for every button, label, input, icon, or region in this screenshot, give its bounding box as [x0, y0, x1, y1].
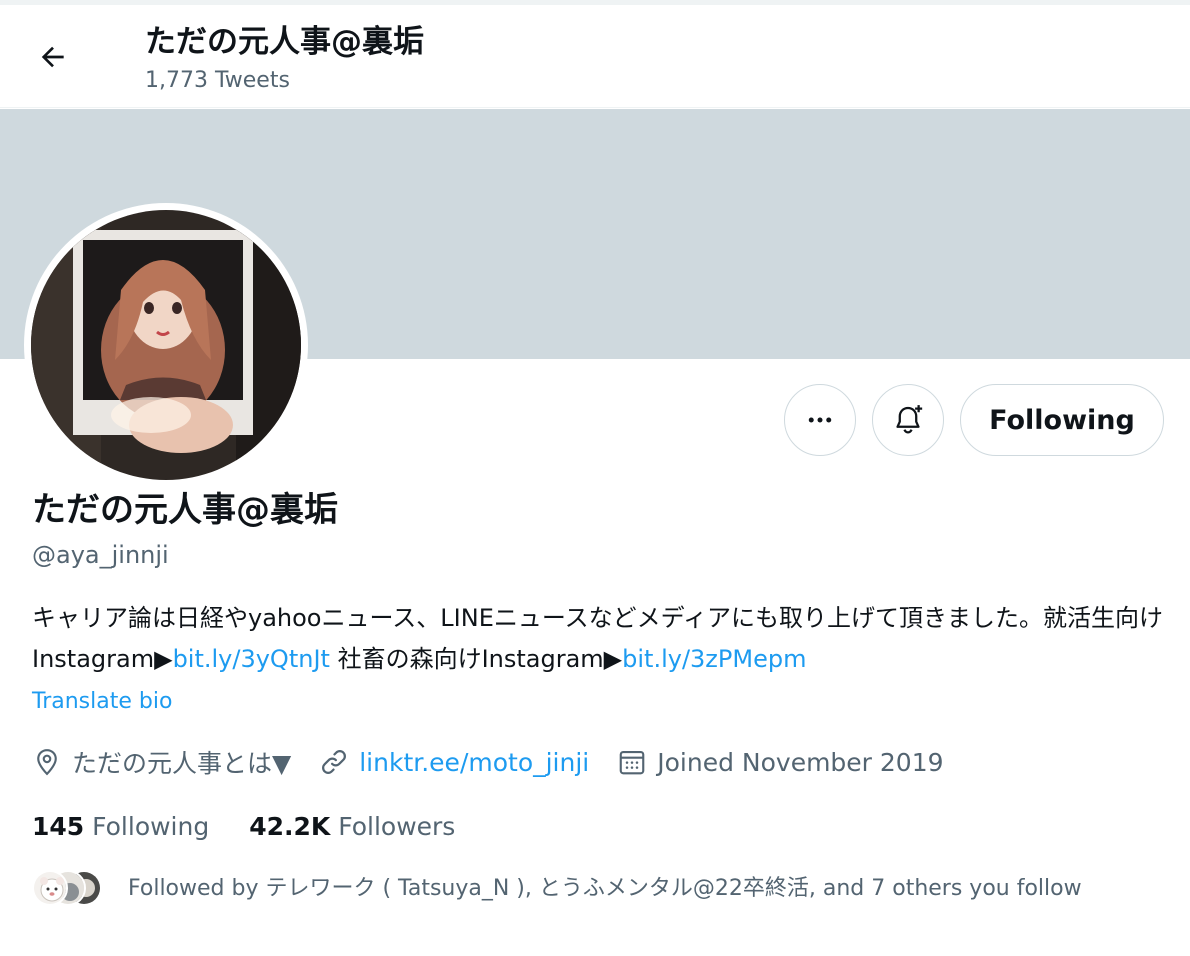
profile-meta: ただの元人事とは▼ linktr.ee/moto_jinji Joined No… [32, 742, 972, 782]
join-date: Joined November 2019 [617, 747, 944, 777]
display-name: ただの元人事@裏垢 [32, 490, 338, 530]
follow-stats: 145 Following 42.2K Followers [32, 806, 495, 846]
avatar[interactable] [31, 210, 301, 480]
header-title: ただの元人事@裏垢 [145, 24, 424, 60]
mutual-avatar [32, 870, 68, 906]
avatar-image [31, 210, 301, 480]
following-count: 145 [32, 811, 85, 841]
followed-by-text: Followed by テレワーク ( Tatsuya_N ), とうふメンタル… [128, 876, 1082, 901]
profile-bio: キャリア論は日経やyahooニュース、LINEニュースなどメディアにも取り上げて… [32, 598, 1172, 680]
followers-label: Followers [338, 811, 456, 841]
link-icon [322, 750, 347, 774]
user-handle: @aya_jinnji [32, 541, 169, 569]
mutual-avatars [32, 866, 106, 906]
avatar-container [24, 203, 308, 487]
bio-link-1[interactable]: bit.ly/3yQtnJt [173, 645, 330, 673]
more-icon [808, 417, 832, 423]
profile-header: ただの元人事@裏垢 1,773 Tweets [0, 5, 1190, 108]
website: linktr.ee/moto_jinji [319, 747, 589, 777]
back-button[interactable] [26, 37, 80, 77]
tweet-count: 1,773 Tweets [145, 68, 290, 93]
notifications-button[interactable] [872, 384, 944, 456]
location-icon [37, 749, 57, 776]
bell-plus-icon [896, 405, 923, 434]
more-button[interactable] [784, 384, 856, 456]
following-count-link[interactable]: 145 Following [32, 812, 209, 841]
following-button[interactable]: Following [960, 384, 1164, 456]
website-link[interactable]: linktr.ee/moto_jinji [359, 748, 589, 777]
followed-by[interactable]: Followed by テレワーク ( Tatsuya_N ), とうふメンタル… [32, 865, 1082, 907]
location-text: ただの元人事とは▼ [72, 749, 292, 778]
join-date-text: Joined November 2019 [657, 747, 944, 777]
location: ただの元人事とは▼ [32, 744, 291, 780]
bio-link-2[interactable]: bit.ly/3zPMepm [622, 645, 806, 673]
back-arrow-icon [41, 46, 64, 68]
following-label: Following [92, 811, 210, 841]
followers-count: 42.2K [249, 811, 331, 841]
followers-count-link[interactable]: 42.2K Followers [249, 812, 455, 841]
translate-bio-link[interactable]: Translate bio [32, 686, 172, 718]
bio-text: 社畜の森向けInstagram▶ [329, 645, 623, 673]
calendar-icon [619, 750, 645, 775]
